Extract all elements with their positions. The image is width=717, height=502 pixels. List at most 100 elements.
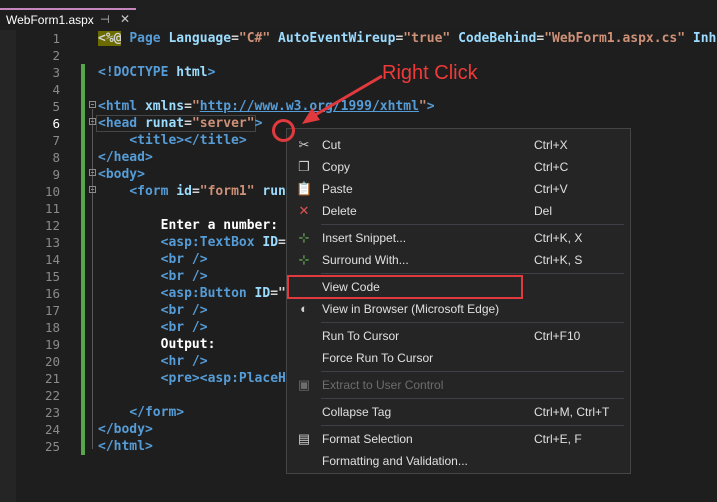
line-number: 4 bbox=[52, 82, 60, 97]
fold-toggle-icon[interactable] bbox=[89, 169, 96, 176]
annotation-arrow bbox=[302, 74, 383, 124]
line-number: 21 bbox=[44, 371, 60, 386]
line-number: 10 bbox=[44, 184, 60, 199]
menu-item-label: Run To Cursor bbox=[322, 329, 400, 343]
close-icon[interactable]: ✕ bbox=[120, 12, 130, 26]
code-token: <form bbox=[129, 184, 169, 199]
code-token: = bbox=[184, 99, 192, 114]
menu-item-collapse-tag[interactable]: Collapse Tag Ctrl+M, Ctrl+T bbox=[287, 401, 630, 423]
line-number: 5 bbox=[52, 99, 60, 114]
menu-item-shortcut: Del bbox=[534, 204, 553, 218]
code-token: <title></title> bbox=[129, 133, 247, 148]
menu-item-label: Surround With... bbox=[322, 253, 409, 267]
line-number: 15 bbox=[44, 269, 60, 284]
menu-separator bbox=[321, 322, 624, 323]
menu-item-cut[interactable]: ✂ Cut Ctrl+X bbox=[287, 134, 630, 156]
menu-item-insert-snippet[interactable]: ⊹ Insert Snippet... Ctrl+K, X bbox=[287, 227, 630, 249]
code-text: <!DOCTYPE html> bbox=[98, 64, 215, 81]
tab-filename: WebForm1.aspx bbox=[6, 13, 94, 27]
menu-item-shortcut: Ctrl+M, Ctrl+T bbox=[534, 405, 610, 419]
code-token: id bbox=[176, 184, 192, 199]
code-token: <br /> bbox=[160, 252, 208, 267]
fold-toggle-icon[interactable] bbox=[89, 101, 96, 108]
menu-item-format-selection[interactable]: ▤ Format Selection Ctrl+E, F bbox=[287, 428, 630, 450]
code-text: </html> bbox=[98, 438, 153, 455]
code-token: Inher bbox=[692, 31, 717, 46]
code-token: Page bbox=[129, 31, 161, 46]
menu-item-delete[interactable]: ✕ Delete Del bbox=[287, 200, 630, 222]
code-token: = bbox=[191, 184, 200, 199]
line-number: 24 bbox=[44, 422, 60, 437]
menu-item-shortcut: Ctrl+C bbox=[534, 160, 569, 174]
code-text: <body> bbox=[98, 166, 145, 183]
code-token: > bbox=[254, 116, 263, 131]
code-token: <br /> bbox=[160, 269, 208, 284]
menu-item-label: Collapse Tag bbox=[322, 405, 392, 419]
code-token: xmlns bbox=[144, 99, 185, 114]
code-token: > bbox=[207, 65, 216, 80]
code-token: <asp:Button bbox=[160, 286, 247, 301]
menu-item-label: View in Browser (Microsoft Edge) bbox=[322, 302, 500, 316]
line-number: 12 bbox=[44, 218, 60, 233]
menu-item-label: Paste bbox=[322, 182, 353, 196]
code-token: </form> bbox=[129, 405, 185, 420]
line-number: 13 bbox=[44, 235, 60, 250]
delete-icon: ✕ bbox=[298, 203, 310, 218]
menu-item-copy[interactable]: ❐ Copy Ctrl+C bbox=[287, 156, 630, 178]
code-text: </form> bbox=[98, 404, 184, 421]
code-token: "C#" bbox=[238, 31, 271, 46]
code-text: <br /> bbox=[98, 268, 208, 285]
code-text: <form id="form1" runat bbox=[98, 183, 301, 200]
code-token: > bbox=[426, 99, 435, 114]
code-text: <title></title> bbox=[98, 132, 247, 149]
line-number: 3 bbox=[52, 65, 60, 80]
code-line[interactable]: 2 bbox=[0, 47, 717, 64]
menu-item-formatting-and-validation[interactable]: Formatting and Validation... bbox=[287, 450, 630, 472]
code-token: <br /> bbox=[160, 320, 208, 335]
fold-toggle-icon[interactable] bbox=[89, 186, 96, 193]
menu-separator bbox=[321, 273, 624, 274]
tab-webform1-aspx[interactable]: WebForm1.aspx ⊣ ✕ bbox=[0, 8, 136, 30]
format-selection-icon: ▤ bbox=[297, 431, 311, 446]
menu-separator bbox=[321, 425, 624, 426]
code-text: Enter a number: bbox=[98, 217, 278, 234]
menu-item-label: Extract to User Control bbox=[322, 378, 444, 392]
code-line[interactable]: 1 <%@ Page Language="C#" AutoEventWireup=… bbox=[0, 30, 717, 47]
menu-item-force-run-to-cursor[interactable]: Force Run To Cursor bbox=[287, 347, 630, 369]
code-token: ID bbox=[262, 235, 279, 250]
menu-item-label: Formatting and Validation... bbox=[322, 454, 468, 468]
line-number: 17 bbox=[44, 303, 60, 318]
context-menu: ✂ Cut Ctrl+X ❐ Copy Ctrl+C 📋 Paste Ctrl+V ✕ Delete… bbox=[286, 128, 631, 474]
code-text: <%@ Page Language="C#" AutoEventWireup="… bbox=[98, 30, 717, 47]
code-token: "form1" bbox=[199, 184, 255, 199]
menu-item-shortcut: Ctrl+K, S bbox=[534, 253, 583, 267]
menu-item-extract-to-user-control: ▣ Extract to User Control bbox=[287, 374, 630, 396]
pin-icon[interactable]: ⊣ bbox=[100, 13, 110, 26]
menu-item-run-to-cursor[interactable]: Run To Cursor Ctrl+F10 bbox=[287, 325, 630, 347]
code-token: <br /> bbox=[160, 303, 208, 318]
menu-item-paste[interactable]: 📋 Paste Ctrl+V bbox=[287, 178, 630, 200]
menu-item-surround-with[interactable]: ⊹ Surround With... Ctrl+K, S bbox=[287, 249, 630, 271]
menu-item-label: Delete bbox=[322, 204, 357, 218]
code-token: <body> bbox=[98, 167, 145, 182]
insert-snippet-icon: ⊹ bbox=[298, 230, 310, 245]
paste-icon: 📋 bbox=[296, 181, 313, 196]
fold-toggle-icon[interactable] bbox=[89, 118, 96, 125]
line-number: 1 bbox=[52, 31, 60, 46]
menu-item-view-in-browser-microsoft-edge[interactable]: ◐ View in Browser (Microsoft Edge) bbox=[287, 298, 630, 320]
surround-with-icon: ⊹ bbox=[298, 252, 310, 267]
code-token: </html> bbox=[98, 439, 153, 454]
click-location-circle bbox=[272, 119, 295, 142]
line-number: 14 bbox=[44, 252, 60, 267]
code-token: = bbox=[184, 116, 192, 131]
